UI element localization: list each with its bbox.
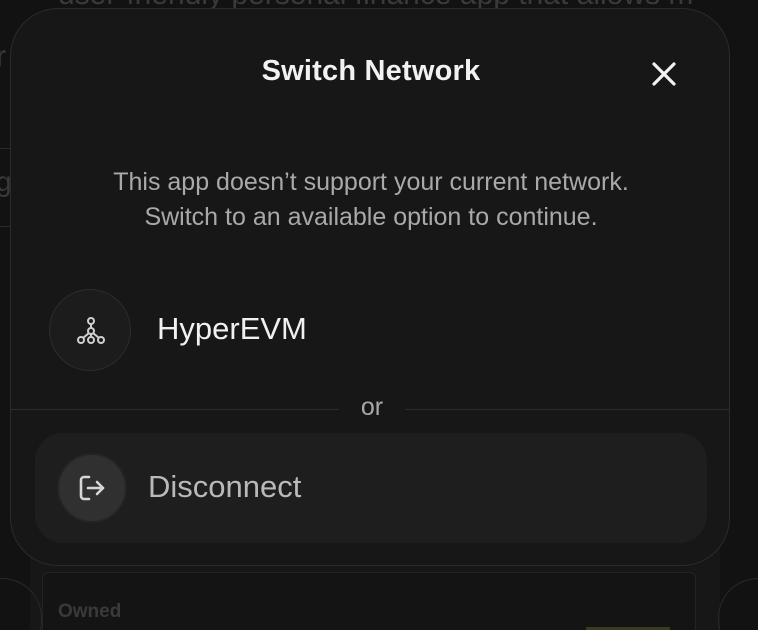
divider-or-text: or	[360, 393, 384, 421]
close-icon	[652, 62, 676, 86]
network-nodes-icon	[77, 317, 105, 344]
background-divider	[0, 148, 10, 149]
background-text-2: r	[0, 40, 6, 73]
modal-description: This app doesn’t support your current ne…	[11, 165, 729, 235]
background-divider	[0, 226, 10, 227]
close-button[interactable]	[647, 57, 681, 91]
divider-line-left	[11, 409, 339, 410]
modal-title: Switch Network	[261, 55, 481, 87]
disconnect-button[interactable]: Disconnect	[35, 433, 707, 543]
disconnect-label: Disconnect	[148, 469, 302, 504]
switch-network-modal: Switch Network This app doesn’t support …	[10, 8, 730, 566]
description-line-1: This app doesn’t support your current ne…	[113, 168, 629, 196]
description-line-2: Switch to an available option to continu…	[144, 203, 598, 231]
network-label: HyperEVM	[157, 311, 307, 346]
disconnect-icon-badge	[57, 453, 127, 523]
background-shape	[718, 578, 758, 630]
network-option-hyperevm[interactable]: HyperEVM	[49, 289, 689, 373]
background-owned-label: Owned	[58, 601, 122, 622]
background-card	[42, 572, 696, 630]
divider-line-right	[405, 409, 729, 410]
network-icon-badge	[49, 289, 131, 371]
logout-icon	[79, 475, 105, 501]
